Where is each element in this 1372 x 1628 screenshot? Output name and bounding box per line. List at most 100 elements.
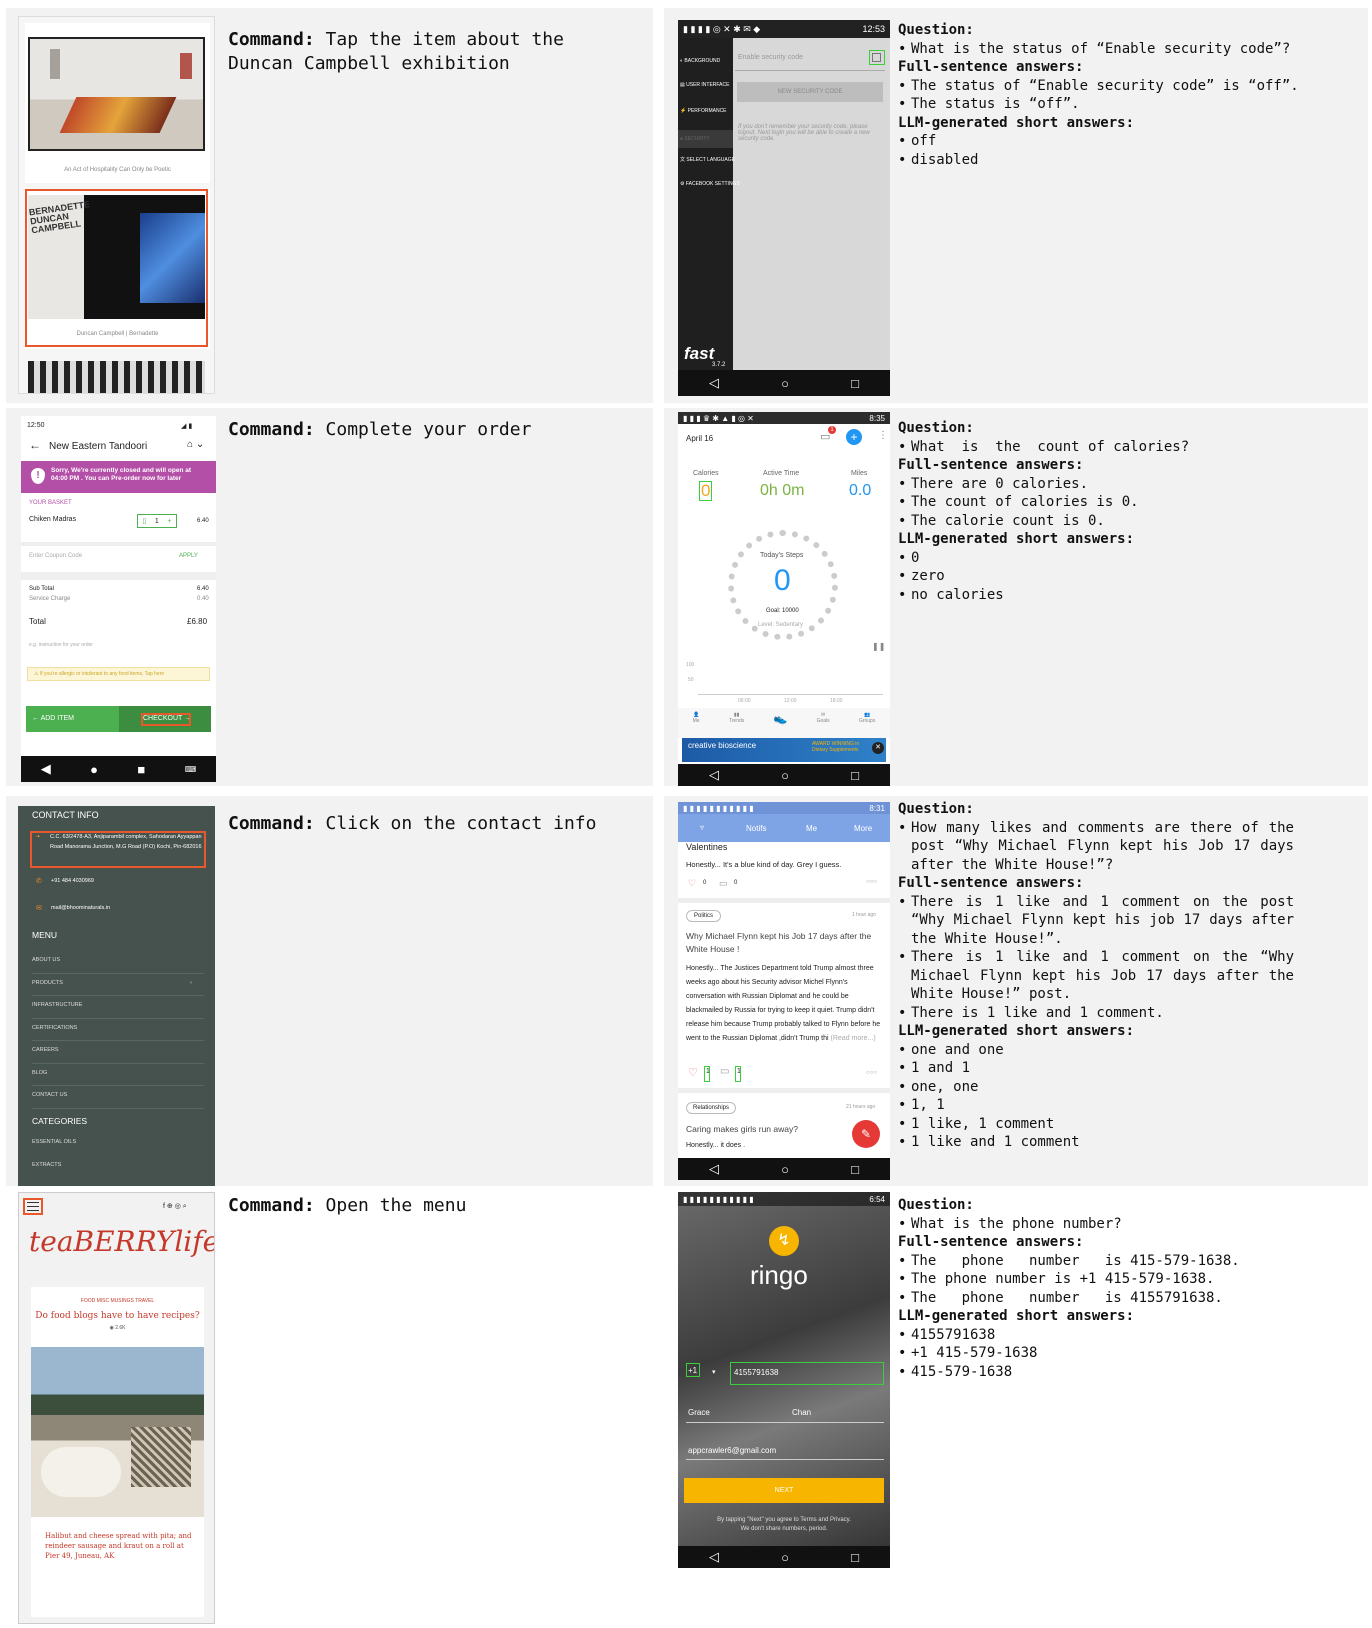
instruction-input[interactable]: e.g. instruction for your order (29, 642, 93, 648)
slack-phone: ▮ ▮ ▮ ▮ ▮ ▮ ▮ ▮ ▮ ▮ ▮ 8:31 ▿ Notifs Me Mo… (678, 802, 890, 1180)
panel-7: f ⊕ ◎ ⌕ teaBERRYlife FOOD MISC MUSINGS T… (6, 1192, 653, 1628)
prev-comment-icon[interactable]: ▭ (719, 878, 728, 889)
comment-icon[interactable]: ▭ (720, 1066, 729, 1077)
cat-extracts[interactable]: EXTRACTS (32, 1162, 61, 1168)
tag-relationships[interactable]: Relationships (686, 1102, 737, 1114)
tab-trends[interactable]: ▮▮ Trends (729, 712, 744, 738)
close-icon[interactable]: ✕ (872, 742, 884, 754)
notif-icons: ▮ ▮ ▮ ▮ ▮ ▮ ▮ ▮ ▮ ▮ ▮ (683, 803, 754, 813)
more-icon[interactable]: ⋮ (878, 430, 888, 441)
tab-goals[interactable]: ✉ Goals (817, 712, 830, 738)
recents-icon[interactable]: □ (851, 768, 859, 783)
home-icon[interactable]: ● (90, 762, 98, 777)
post-categories[interactable]: FOOD MISC MUSINGS TRAVEL (31, 1298, 204, 1304)
prev-like-icon[interactable]: ♡ (688, 878, 696, 889)
post-more-icon[interactable]: ○○○ (866, 1070, 877, 1076)
post-title[interactable]: Do food blogs have to have recipes? (31, 1311, 204, 1321)
post-title[interactable]: Why Michael Flynn kept his Job 17 days a… (686, 930, 878, 956)
menu-item-label: CAREERS (32, 1047, 59, 1053)
back-icon[interactable]: ◀ (41, 761, 51, 777)
new-security-code-button[interactable]: NEW SECURITY CODE (737, 82, 883, 102)
qty-stepper[interactable]: ▯ 1 + (137, 514, 177, 528)
filter-icon[interactable]: ▿ (700, 823, 704, 832)
terms-text[interactable]: By tapping "Next" you agree to Terms and… (678, 1517, 890, 1523)
back-icon[interactable]: ◁ (709, 1549, 719, 1565)
ad-banner[interactable]: creative bioscience AWARD WINNING in Die… (682, 738, 886, 762)
menu-background[interactable]: ◐ BACKGROUND (680, 58, 720, 64)
full-answer: The calorie count is 0. (898, 512, 1358, 531)
menu-security[interactable]: ● SECURITY (678, 130, 733, 148)
date-selector[interactable]: April 16 (686, 434, 713, 443)
back-arrow-icon[interactable]: ← (29, 438, 41, 452)
tab-notifs[interactable]: Notifs (746, 824, 766, 833)
menu-item[interactable]: BLOG (32, 1064, 204, 1086)
back-icon[interactable]: ◁ (709, 375, 719, 391)
mail-icon: ✉ (36, 905, 42, 912)
tab-steps[interactable]: 👟 (774, 712, 788, 738)
menu-item[interactable]: INFRASTRUCTURE (32, 996, 204, 1019)
plus-icon[interactable]: + (168, 518, 172, 525)
gallery-item-3[interactable] (28, 361, 205, 393)
status-bar: ▮ ▮ ▮ ▮ ▮ ▮ ▮ ▮ ▮ ▮ ▮ 6:54 (678, 1192, 890, 1206)
tab-more[interactable]: More (854, 824, 872, 833)
tab-groups[interactable]: 👥 Groups (859, 712, 875, 738)
gallery-item-1[interactable]: An Act of Hospitality Can Only be Poetic (25, 23, 210, 183)
basket-icon[interactable]: ⌂ ⌄ (187, 439, 204, 450)
social-icons[interactable]: f ⊕ ◎ ⌕ (163, 1202, 187, 1211)
nav-bar: ◁ ○ □ (678, 1546, 890, 1568)
recents-icon[interactable]: □ (851, 1162, 859, 1177)
back-icon[interactable]: ◁ (709, 1161, 719, 1177)
home-icon[interactable]: ○ (781, 1162, 789, 1177)
email-input[interactable]: appcrawler6@gmail.com (688, 1446, 776, 1455)
post-views: ◉ 2.6K (109, 1325, 126, 1331)
gallery-phone: An Act of Hospitality Can Only be Poetic… (18, 16, 215, 394)
pause-icon[interactable]: ❚❚ (872, 642, 885, 651)
menu-user-interface[interactable]: ▤ USER INTERFACE (680, 82, 729, 88)
site-logo[interactable]: teaBERRYlife (29, 1225, 214, 1258)
contact-email[interactable]: mail@bhoominaturals.in (51, 905, 110, 911)
dropdown-icon[interactable]: ▾ (712, 1368, 716, 1376)
next-button[interactable]: NEXT (684, 1478, 884, 1503)
goal-text: Goal: 10000 (766, 608, 799, 614)
coupon-input[interactable]: Enter Coupon Code (29, 553, 82, 559)
menu-item[interactable]: CAREERS (32, 1041, 204, 1064)
cat-essential-oils[interactable]: ESSENTIAL OILS (32, 1139, 76, 1145)
full-answer: The phone number is 4155791638. (898, 1289, 1358, 1308)
menu-item[interactable]: CONTACT US (32, 1086, 204, 1109)
home-icon[interactable]: ○ (781, 768, 789, 783)
menu-item[interactable]: ABOUT US (32, 951, 204, 974)
apply-button[interactable]: APPLY (179, 553, 198, 559)
like-icon[interactable]: ♡ (688, 1066, 698, 1079)
add-icon[interactable]: + (846, 429, 862, 445)
recents-icon[interactable]: □ (851, 376, 859, 391)
post2-title[interactable]: Caring makes girls run away? (686, 1124, 798, 1134)
menu-facebook-settings[interactable]: ⚙ FACEBOOK SETTINGS (680, 181, 740, 187)
contact-phone[interactable]: +91 484 4030969 (51, 878, 94, 884)
read-more-link[interactable]: (Read more...) (831, 1035, 876, 1042)
menu-performance[interactable]: ⚡ PERFORMANCE (680, 108, 727, 114)
recents-icon[interactable]: ■ (137, 762, 145, 777)
tab-me[interactable]: Me (806, 824, 817, 833)
keyboard-icon[interactable]: ⌨ (185, 765, 197, 774)
home-icon[interactable]: ○ (781, 1550, 789, 1565)
menu-select-language[interactable]: 文 SELECT LANGUAGE (680, 156, 735, 163)
post-image[interactable] (31, 1347, 204, 1517)
home-icon[interactable]: ○ (781, 376, 789, 391)
chart-x2: 12:00 (784, 698, 797, 704)
tab-me[interactable]: 👤 Me (693, 712, 700, 738)
prev-more-icon[interactable]: ○○○ (866, 879, 877, 885)
last-name-input[interactable]: Chan (792, 1408, 811, 1417)
post-card[interactable]: FOOD MISC MUSINGS TRAVEL Do food blogs h… (31, 1287, 204, 1617)
tag-politics[interactable]: Politics (686, 910, 722, 922)
add-item-button[interactable]: ← ADD ITEM (26, 706, 119, 732)
back-icon[interactable]: ◁ (709, 767, 719, 783)
trash-icon[interactable]: ▯ (142, 517, 146, 525)
menu-item[interactable]: CERTIFICATIONS (32, 1019, 204, 1041)
recents-icon[interactable]: □ (851, 1550, 859, 1565)
menu-item[interactable]: PRODUCTS › (32, 974, 204, 996)
security-field[interactable]: Enable security code (738, 54, 803, 61)
first-name-input[interactable]: Grace (688, 1408, 710, 1417)
full-answer: There is 1 like and 1 comment on the pos… (898, 893, 1294, 949)
allergy-notice[interactable]: ⚠ If you're allergic or intolerant to an… (27, 667, 210, 681)
compose-button[interactable]: ✎ (852, 1120, 880, 1148)
